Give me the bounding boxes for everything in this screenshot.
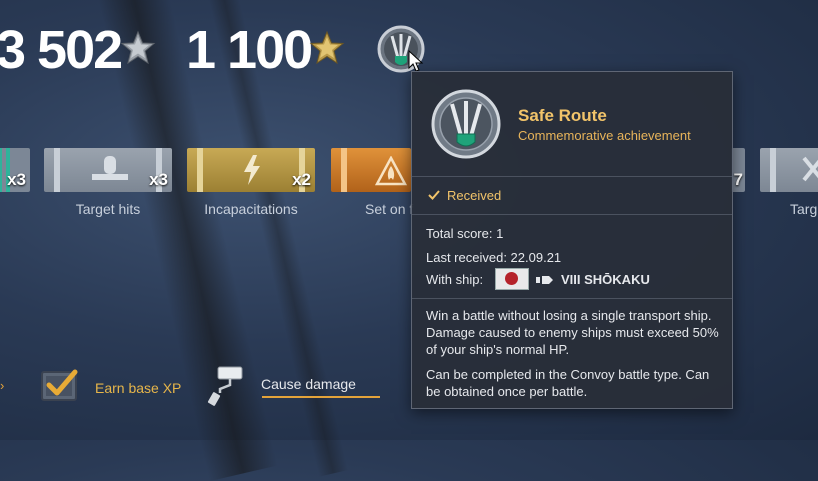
- achievement-conditions: Can be completed in the Convoy battle ty…: [426, 367, 710, 399]
- ribbon-incapacitations[interactable]: x2: [187, 148, 315, 192]
- task-progress-bar: [262, 396, 380, 398]
- ribbon-count: 7: [733, 170, 743, 189]
- ribbon-label: Incapacitations: [204, 201, 298, 217]
- checkbox-task-icon: [41, 369, 78, 401]
- free-xp-total: 1 100: [186, 20, 313, 80]
- ship-class-icon: [536, 276, 553, 284]
- ribbon[interactable]: 7: [731, 148, 745, 192]
- wrench-icon: [802, 156, 818, 182]
- paint-roller-icon: [207, 366, 243, 406]
- torpedo-hit-icon: [92, 156, 128, 180]
- divider: [412, 214, 732, 215]
- lightning-icon: [244, 155, 260, 185]
- partial-task-icon: ›: [0, 378, 5, 393]
- ribbon[interactable]: [760, 148, 818, 192]
- achievement-tooltip: Safe Route Commemorative achievement Rec…: [411, 71, 733, 409]
- ribbon-label: Target hits: [75, 201, 141, 217]
- ribbon-label: Targ: [790, 201, 818, 217]
- ribbon-count: x3: [149, 170, 168, 189]
- fire-icon: [375, 156, 407, 186]
- total-score: Total score: 1: [426, 226, 504, 241]
- safe-route-medal-icon: [431, 89, 501, 159]
- silver-star-icon: [120, 30, 156, 65]
- cursor-icon: [408, 50, 424, 72]
- gold-star-icon: [309, 30, 345, 65]
- achievement-description: Win a battle without losing a single tra…: [426, 308, 719, 357]
- ribbon-set-on-fire[interactable]: [331, 148, 411, 192]
- divider: [412, 176, 732, 177]
- divider: [412, 298, 732, 299]
- achievement-type: Commemorative achievement: [518, 128, 691, 143]
- with-ship-label: With ship:: [426, 272, 484, 287]
- japan-flag-icon: [495, 268, 529, 290]
- task-cause-damage: Cause damage: [261, 376, 356, 392]
- last-received: Last received: 22.09.21: [426, 250, 562, 265]
- ribbon-count: x3: [7, 170, 26, 189]
- achievement-title: Safe Route: [518, 106, 607, 125]
- xp-total: 3 502: [0, 20, 123, 80]
- received-status: Received: [447, 188, 502, 203]
- checkmark-icon: [428, 190, 440, 200]
- ship-name: VIII SHŌKAKU: [561, 272, 650, 287]
- ribbon-target-hits[interactable]: x3: [44, 148, 172, 192]
- tooltip-header: Safe Route Commemorative achievement: [412, 72, 732, 176]
- ribbon[interactable]: x3: [0, 148, 30, 192]
- task-earn-base-xp: Earn base XP: [95, 380, 182, 396]
- ribbon-count: x2: [292, 170, 311, 189]
